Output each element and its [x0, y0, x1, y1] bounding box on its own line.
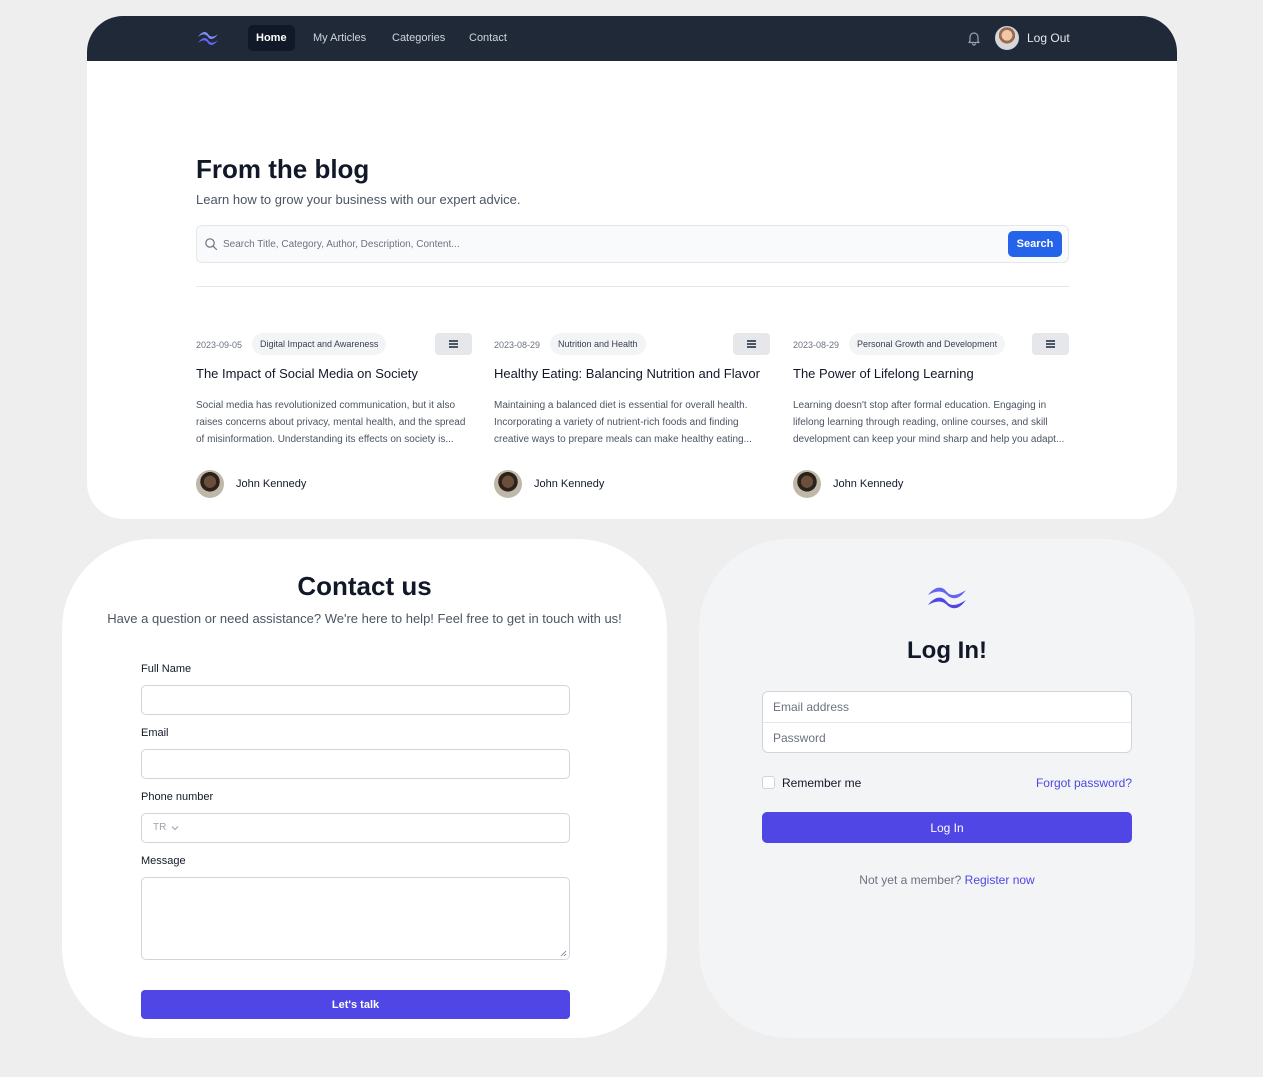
message-field[interactable]	[141, 877, 570, 960]
article-menu-button[interactable]	[1032, 333, 1069, 355]
password-input[interactable]	[763, 723, 1131, 752]
resize-grip-icon[interactable]	[560, 950, 567, 957]
search-input[interactable]	[223, 232, 993, 256]
article-description: Social media has revolutionized communic…	[196, 400, 466, 445]
article-category-badge[interactable]: Personal Growth and Development	[849, 333, 1006, 355]
phone-field[interactable]: TR	[141, 813, 570, 843]
full-name-field[interactable]	[141, 685, 570, 715]
login-title: Log In!	[907, 637, 987, 664]
author-avatar	[196, 470, 224, 498]
search-button[interactable]: Search	[1008, 231, 1062, 257]
article-menu-button[interactable]	[733, 333, 770, 355]
article-menu-button[interactable]	[435, 333, 472, 355]
credentials-group	[762, 691, 1132, 753]
login-button[interactable]: Log In	[762, 812, 1132, 843]
nav-contact[interactable]: Contact	[461, 25, 515, 51]
article-category-badge[interactable]: Digital Impact and Awareness	[252, 333, 387, 355]
contact-subtitle: Have a question or need assistance? We'r…	[107, 611, 622, 626]
author-avatar	[494, 470, 522, 498]
user-avatar[interactable]	[995, 26, 1019, 50]
email-field[interactable]	[141, 749, 570, 779]
email-input[interactable]	[763, 692, 1131, 722]
message-label: Message	[141, 855, 186, 867]
chevron-down-icon[interactable]	[171, 824, 179, 832]
remember-me-label[interactable]: Remember me	[782, 776, 861, 790]
register-prompt-text: Not yet a member?	[859, 873, 962, 887]
article-title[interactable]: The Power of Lifelong Learning	[793, 366, 974, 381]
article-date: 2023-09-05	[196, 340, 243, 350]
article-card: 2023-09-05 Digital Impact and Awareness …	[196, 333, 472, 503]
phone-country-code[interactable]: TR	[153, 822, 166, 833]
article-description: Learning doesn't stop after formal educa…	[793, 400, 1065, 445]
full-name-label: Full Name	[141, 663, 192, 675]
login-section: Log In! Remember me Forgot password? Log…	[699, 539, 1195, 1038]
top-navbar: Home My Articles Categories Contact Log …	[87, 16, 1177, 61]
article-date: 2023-08-29	[494, 340, 541, 350]
nav-categories[interactable]: Categories	[384, 25, 453, 51]
article-author[interactable]: John Kennedy	[534, 478, 604, 490]
lets-talk-button[interactable]: Let's talk	[141, 990, 570, 1019]
contact-title: Contact us	[297, 571, 432, 601]
logout-link[interactable]: Log Out	[1027, 31, 1070, 45]
article-author[interactable]: John Kennedy	[236, 478, 306, 490]
nav-my-articles[interactable]: My Articles	[305, 25, 374, 51]
email-label: Email	[141, 727, 169, 739]
bell-icon[interactable]	[966, 30, 982, 46]
phone-label: Phone number	[141, 791, 214, 803]
search-bar: Search	[196, 225, 1069, 263]
contact-section: Contact us Have a question or need assis…	[62, 539, 667, 1038]
article-author[interactable]: John Kennedy	[833, 478, 903, 490]
article-title[interactable]: The Impact of Social Media on Society	[196, 366, 418, 381]
remember-me-checkbox[interactable]	[762, 776, 775, 789]
blog-section: Home My Articles Categories Contact Log …	[87, 16, 1177, 519]
article-card: 2023-08-29 Personal Growth and Developme…	[793, 333, 1069, 503]
section-divider	[196, 286, 1069, 287]
article-description: Maintaining a balanced diet is essential…	[494, 400, 752, 445]
brand-logo-icon	[928, 587, 966, 609]
article-category-badge[interactable]: Nutrition and Health	[550, 333, 646, 355]
nav-home[interactable]: Home	[248, 25, 295, 51]
forgot-password-link[interactable]: Forgot password?	[1036, 776, 1132, 790]
blog-title: From the blog	[196, 154, 370, 184]
article-date: 2023-08-29	[793, 340, 840, 350]
search-icon	[205, 238, 218, 251]
article-title[interactable]: Healthy Eating: Balancing Nutrition and …	[494, 366, 760, 381]
article-card: 2023-08-29 Nutrition and Health Healthy …	[494, 333, 770, 503]
blog-subtitle: Learn how to grow your business with our…	[196, 192, 521, 207]
register-link[interactable]: Register now	[965, 873, 1035, 887]
author-avatar	[793, 470, 821, 498]
register-prompt: Not yet a member? Register now	[699, 873, 1195, 887]
brand-logo-icon[interactable]	[195, 28, 221, 48]
